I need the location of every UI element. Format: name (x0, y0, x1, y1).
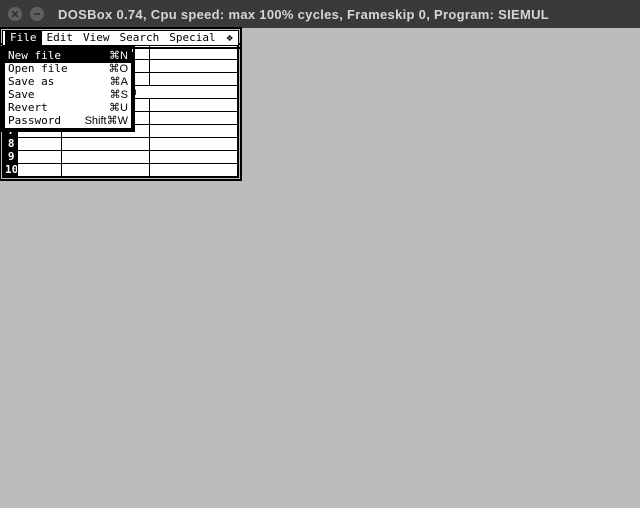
table-row: 10 (3, 163, 238, 176)
menu-item-shortcut: ⌘U (109, 102, 128, 115)
window-title: DOSBox 0.74, Cpu speed: max 100% cycles,… (58, 7, 549, 22)
cell[interactable] (149, 111, 237, 124)
cell[interactable] (17, 137, 61, 150)
file-menu-dropdown: New file ⌘N Open file ⌘O Save as ⌘A Save… (4, 49, 132, 129)
cell[interactable] (17, 150, 61, 163)
row-number: 8 (3, 137, 17, 150)
cell[interactable] (149, 59, 237, 72)
close-icon[interactable] (8, 7, 22, 21)
siemul-app: File Edit View Search Special ❖ New file… (2, 30, 239, 178)
cell[interactable] (61, 163, 149, 176)
minimize-icon[interactable] (30, 7, 44, 21)
row-number: 10 (3, 163, 17, 176)
cell[interactable] (149, 46, 237, 59)
row-number: 9 (3, 150, 17, 163)
cell[interactable] (61, 150, 149, 163)
table-row: 9 (3, 150, 238, 163)
window-titlebar: DOSBox 0.74, Cpu speed: max 100% cycles,… (0, 0, 640, 28)
cell[interactable] (17, 163, 61, 176)
menu-search[interactable]: Search (115, 31, 165, 45)
cell[interactable] (149, 163, 237, 176)
cell[interactable] (149, 124, 237, 137)
cell[interactable] (149, 137, 237, 150)
menu-item-label: Password (8, 115, 61, 128)
menubar: File Edit View Search Special ❖ (2, 30, 239, 46)
menu-view[interactable]: View (78, 31, 115, 45)
apple-menu-icon[interactable]: ❖ (223, 31, 236, 45)
cell[interactable] (149, 72, 237, 85)
cell[interactable] (149, 98, 237, 111)
menu-item-shortcut: ⌘O (108, 63, 128, 76)
cell[interactable] (61, 137, 149, 150)
menu-item-shortcut: ⌘S (110, 89, 128, 102)
menu-file[interactable]: File (5, 31, 42, 45)
menu-item-shortcut: Shift⌘W (85, 115, 128, 128)
menu-special[interactable]: Special (164, 31, 220, 45)
table-row: 8 (3, 137, 238, 150)
cell[interactable] (149, 150, 237, 163)
menu-item-password[interactable]: Password Shift⌘W (5, 115, 131, 128)
menu-edit[interactable]: Edit (42, 31, 79, 45)
menu-item-shortcut: ⌘N (109, 50, 128, 63)
menu-item-shortcut: ⌘A (110, 76, 128, 89)
